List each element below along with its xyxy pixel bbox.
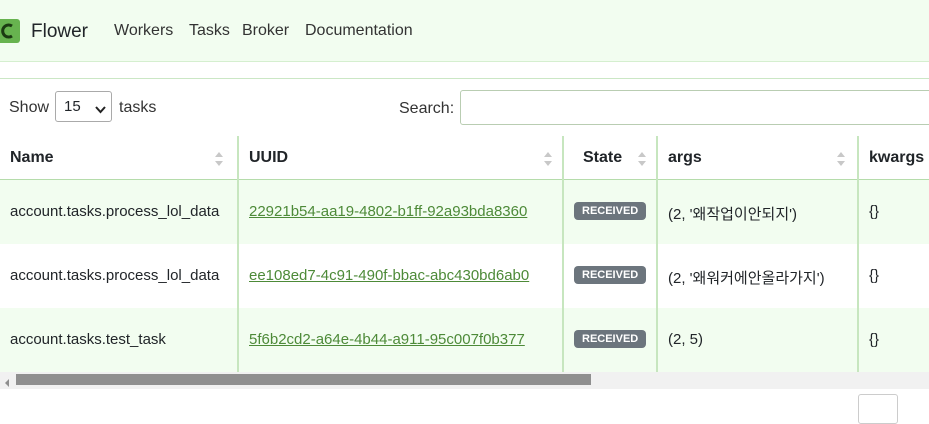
task-kwargs: {} <box>869 267 880 284</box>
pagination-button[interactable] <box>858 394 898 424</box>
sort-arrows-icon[interactable] <box>637 151 647 172</box>
nav-broker[interactable]: Broker <box>242 22 289 40</box>
column-divider <box>857 136 859 372</box>
celery-logo-icon[interactable] <box>0 19 20 43</box>
column-header-state[interactable]: State <box>583 149 622 167</box>
status-badge: RECEIVED <box>574 266 647 284</box>
task-name: account.tasks.test_task <box>10 331 166 348</box>
sort-arrows-icon[interactable] <box>543 151 553 172</box>
table-controls: Show 15 tasks Search: <box>0 78 929 136</box>
table-row[interactable]: account.tasks.process_lol_data 22921b54-… <box>0 180 929 244</box>
sort-arrows-icon[interactable] <box>836 151 846 172</box>
task-name: account.tasks.process_lol_data <box>10 203 220 220</box>
nav-documentation[interactable]: Documentation <box>305 22 413 40</box>
column-header-name[interactable]: Name <box>10 149 54 167</box>
nav-workers[interactable]: Workers <box>114 22 173 40</box>
show-label: Show <box>9 99 50 116</box>
column-divider <box>237 136 239 372</box>
column-divider <box>656 136 658 372</box>
column-header-kwargs[interactable]: kwargs <box>869 149 924 167</box>
column-header-args[interactable]: args <box>668 149 702 167</box>
table-row[interactable]: account.tasks.process_lol_data ee108ed7-… <box>0 244 929 308</box>
task-name: account.tasks.process_lol_data <box>10 267 220 284</box>
navbar: Flower Workers Tasks Broker Documentatio… <box>0 0 929 62</box>
status-badge: RECEIVED <box>574 330 647 348</box>
tasks-table: Name UUID State args kwargs account.task… <box>0 136 929 372</box>
chevron-down-icon <box>95 101 106 118</box>
table-row[interactable]: account.tasks.test_task 5f6b2cd2-a64e-4b… <box>0 308 929 372</box>
tasks-label: tasks <box>119 99 157 116</box>
task-args: (2, 5) <box>668 331 704 348</box>
task-kwargs: {} <box>869 331 880 348</box>
task-uuid-link[interactable]: 22921b54-aa19-4802-b1ff-92a93bda8360 <box>249 203 527 220</box>
task-args: (2, '왜작업이안되지') <box>668 206 797 223</box>
page-size-select[interactable]: 15 <box>55 91 112 122</box>
spacer <box>0 62 929 78</box>
search-label: Search: <box>399 100 455 117</box>
nav-tasks[interactable]: Tasks <box>189 22 230 40</box>
task-uuid-link[interactable]: 5f6b2cd2-a64e-4b44-a911-95c007f0b377 <box>249 331 525 348</box>
status-badge: RECEIVED <box>574 202 647 220</box>
column-divider <box>562 136 564 372</box>
search-input[interactable] <box>460 90 929 125</box>
scrollbar-thumb[interactable] <box>16 374 591 385</box>
table-footer <box>0 389 929 408</box>
task-kwargs: {} <box>869 203 880 220</box>
table-header: Name UUID State args kwargs <box>0 136 929 180</box>
brand-title[interactable]: Flower <box>31 21 88 43</box>
column-header-uuid[interactable]: UUID <box>249 149 288 167</box>
task-uuid-link[interactable]: ee108ed7-4c91-490f-bbac-abc430bd6ab0 <box>249 267 529 284</box>
task-args: (2, '왜워커에안올라가지') <box>668 270 825 287</box>
page-size-value: 15 <box>64 98 81 115</box>
sort-arrows-icon[interactable] <box>214 151 224 172</box>
